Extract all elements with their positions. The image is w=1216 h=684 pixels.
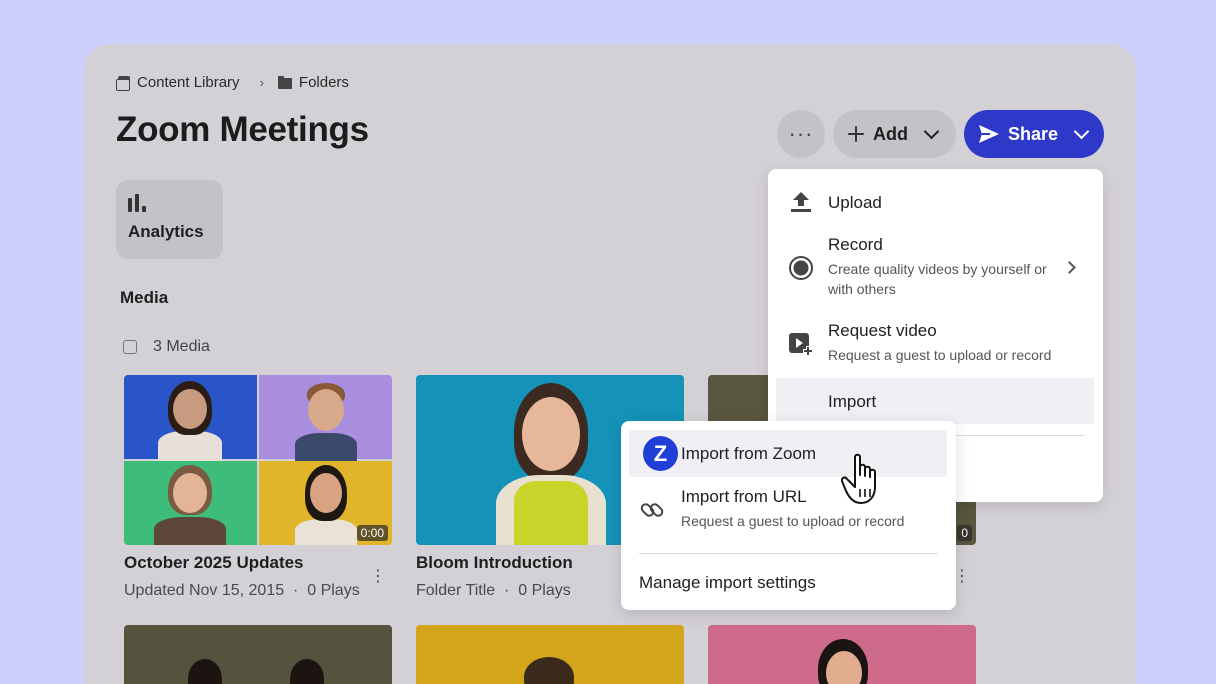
video-title[interactable]: Bloom Introduction: [416, 553, 573, 573]
share-button-label: Share: [1008, 123, 1059, 144]
menu-import-label: Import: [828, 392, 877, 411]
menu-divider: [956, 435, 1085, 436]
request-video-icon: [789, 333, 813, 356]
import-submenu: Z Import from Zoom Import from URL Reque…: [621, 421, 956, 610]
menu-item-request-video[interactable]: Request video Request a guest to upload …: [776, 317, 1094, 371]
menu-item-import[interactable]: Import: [776, 378, 1094, 424]
card-more-icon[interactable]: ⋮: [370, 566, 386, 586]
video-thumbnail[interactable]: 0:00: [124, 375, 392, 545]
select-all-checkbox[interactable]: [123, 340, 137, 354]
breadcrumb: Content Library › Folders: [116, 74, 349, 91]
menu-record-desc: Create quality videos by yourself or wit…: [828, 261, 1047, 297]
video-duration: 0:00: [356, 525, 388, 541]
breadcrumb-separator: ›: [259, 75, 264, 90]
analytics-icon: [128, 194, 211, 212]
record-icon: [789, 256, 813, 280]
chevron-down-icon: [1073, 123, 1090, 139]
import-zoom-label: Import from Zoom: [681, 444, 817, 463]
video-meta: Folder Title · 0 Plays: [416, 582, 571, 599]
card-more-icon[interactable]: ⋮: [954, 566, 970, 586]
share-button[interactable]: Share: [964, 110, 1104, 158]
video-duration: 0: [957, 525, 972, 541]
media-section-title: Media: [120, 288, 169, 307]
link-icon: [640, 503, 664, 517]
more-options-button[interactable]: ···: [777, 110, 825, 158]
chevron-right-icon: [1063, 261, 1076, 274]
add-button-label: Add: [873, 123, 908, 144]
add-button[interactable]: Add: [833, 110, 956, 158]
menu-item-import-zoom[interactable]: Z Import from Zoom: [629, 430, 947, 477]
menu-request-desc: Request a guest to upload or record: [828, 347, 1052, 363]
media-count: 3 Media: [123, 338, 210, 356]
submenu-divider: [639, 553, 938, 554]
video-thumbnail[interactable]: [124, 625, 392, 684]
menu-item-upload[interactable]: Upload: [776, 183, 1094, 223]
plus-icon: [848, 126, 864, 142]
menu-request-label: Request video: [828, 321, 937, 340]
folder-icon: [277, 76, 293, 89]
hand-cursor-icon: [841, 453, 876, 504]
menu-record-label: Record: [828, 235, 883, 254]
manage-import-label: Manage import settings: [639, 573, 816, 592]
import-url-desc: Request a guest to upload or record: [681, 513, 905, 529]
zoom-icon: Z: [643, 436, 678, 471]
menu-item-record[interactable]: Record Create quality videos by yourself…: [776, 231, 1094, 301]
library-icon: [116, 76, 131, 91]
breadcrumb-content-library[interactable]: Content Library: [116, 74, 240, 91]
breadcrumb-folders-label: Folders: [298, 74, 349, 91]
analytics-card[interactable]: Analytics: [116, 180, 223, 259]
video-title[interactable]: October 2025 Updates: [124, 553, 304, 573]
analytics-label: Analytics: [128, 222, 204, 241]
page-title: Zoom Meetings: [116, 110, 369, 149]
video-thumbnail[interactable]: [416, 625, 684, 684]
more-icon: ···: [788, 121, 814, 146]
chevron-down-icon: [923, 123, 940, 139]
menu-upload-label: Upload: [828, 193, 882, 212]
media-count-label: 3 Media: [153, 338, 210, 355]
video-thumbnail[interactable]: [708, 625, 976, 684]
breadcrumb-folders[interactable]: Folders: [277, 74, 349, 91]
import-url-label: Import from URL: [681, 487, 807, 506]
menu-item-manage-import[interactable]: Manage import settings: [629, 561, 947, 603]
upload-icon: [791, 192, 811, 212]
breadcrumb-library-label: Content Library: [137, 74, 240, 91]
menu-item-import-url[interactable]: Import from URL Request a guest to uploa…: [629, 483, 947, 537]
send-icon: [979, 125, 999, 143]
video-meta: Updated Nov 15, 2015 · 0 Plays: [124, 582, 360, 599]
